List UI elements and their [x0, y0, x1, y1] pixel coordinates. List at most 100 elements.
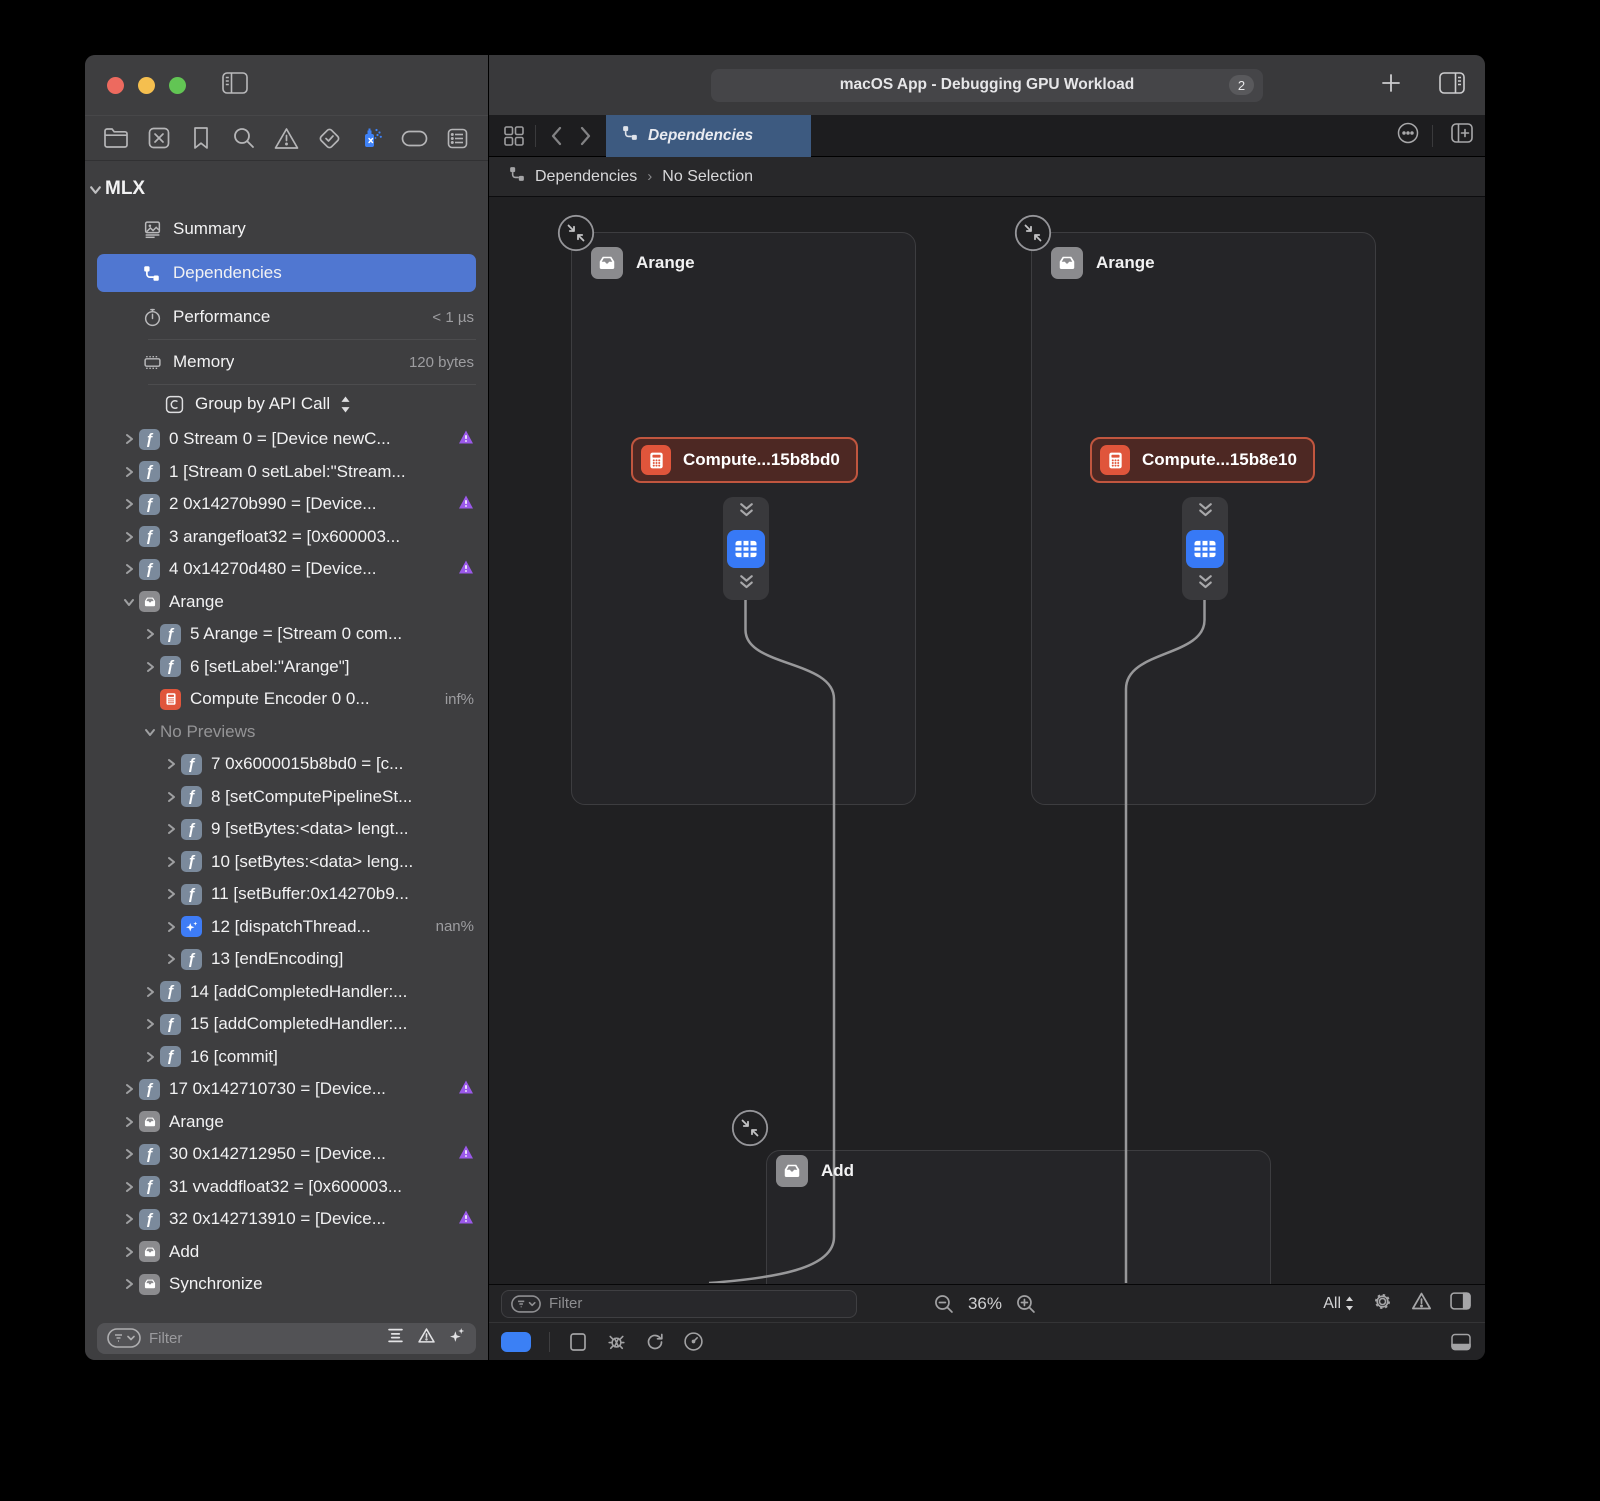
- add-tab-button[interactable]: [1381, 73, 1401, 98]
- tree-row[interactable]: ƒ2 0x14270b990 = [Device...: [85, 488, 488, 521]
- tree-row[interactable]: ƒ17 0x142710730 = [Device...: [85, 1073, 488, 1106]
- close-square-icon[interactable]: [144, 123, 174, 153]
- tag-icon[interactable]: [399, 123, 429, 153]
- tree-row[interactable]: ƒ6 [setLabel:"Arange"]: [85, 651, 488, 684]
- tree-row[interactable]: ƒ31 vvaddfloat32 = [0x600003...: [85, 1171, 488, 1204]
- chevron-right-icon[interactable]: [161, 823, 181, 835]
- chevron-right-icon[interactable]: [119, 563, 139, 575]
- chevron-right-icon[interactable]: [140, 1051, 160, 1063]
- scope-dropdown[interactable]: All: [1323, 1295, 1354, 1313]
- chevron-down-icon[interactable]: [85, 183, 105, 196]
- tree-row[interactable]: ƒ8 [setComputePipelineSt...: [85, 781, 488, 814]
- chevron-right-icon[interactable]: [161, 791, 181, 803]
- chevron-right-icon[interactable]: [161, 953, 181, 965]
- sidebar-toggle-icon[interactable]: [222, 72, 248, 99]
- zoom-window-button[interactable]: [169, 77, 186, 94]
- chevron-right-icon[interactable]: [161, 888, 181, 900]
- settings-gear-icon[interactable]: [1372, 1291, 1393, 1317]
- chevron-right-icon[interactable]: [119, 1246, 139, 1258]
- tree-row[interactable]: ƒ1 [Stream 0 setLabel:"Stream...: [85, 456, 488, 489]
- more-options-icon[interactable]: [1396, 121, 1420, 150]
- breadcrumb-item[interactable]: No Selection: [662, 168, 753, 186]
- tree-row[interactable]: ƒ3 arangefloat32 = [0x600003...: [85, 521, 488, 554]
- spray-icon[interactable]: [357, 123, 387, 153]
- tree-row[interactable]: ƒ7 0x6000015b8bd0 = [c...: [85, 748, 488, 781]
- sparkles-icon[interactable]: [449, 1327, 466, 1349]
- chevron-right-icon[interactable]: [119, 1083, 139, 1095]
- collapse-group-icon[interactable]: [731, 1109, 769, 1147]
- canvas-filter-input[interactable]: [549, 1295, 847, 1312]
- chevron-right-icon[interactable]: [119, 466, 139, 478]
- sidebar-item-summary[interactable]: Summary: [85, 207, 488, 251]
- tree-row[interactable]: Add: [85, 1236, 488, 1269]
- canvas-filter-field[interactable]: [501, 1290, 857, 1318]
- minimize-window-button[interactable]: [138, 77, 155, 94]
- chevron-right-icon[interactable]: [161, 856, 181, 868]
- diamond-check-icon[interactable]: [314, 123, 344, 153]
- debug-bug-icon[interactable]: [606, 1331, 627, 1352]
- resource-stack-left[interactable]: [723, 497, 769, 600]
- chevron-right-icon[interactable]: [119, 1213, 139, 1225]
- collapse-group-icon[interactable]: [1014, 214, 1052, 252]
- chevron-right-icon[interactable]: [119, 433, 139, 445]
- chevron-right-icon[interactable]: [140, 986, 160, 998]
- chevron-down-icon[interactable]: [140, 726, 160, 738]
- chevron-right-icon[interactable]: [119, 498, 139, 510]
- tree-row[interactable]: No Previews: [85, 716, 488, 749]
- tree-row[interactable]: ƒ30 0x142712950 = [Device...: [85, 1138, 488, 1171]
- chevron-right-icon[interactable]: [161, 921, 181, 933]
- dependency-graph-canvas[interactable]: Arange Arange Add Compute...15b8bd0 Comp…: [489, 197, 1485, 1284]
- add-editor-icon[interactable]: [1451, 123, 1473, 148]
- folder-icon[interactable]: [101, 123, 131, 153]
- forward-button[interactable]: [571, 126, 600, 146]
- tree-row[interactable]: ƒ0 Stream 0 = [Device newC...: [85, 423, 488, 456]
- frame-capture-icon[interactable]: [568, 1332, 588, 1352]
- search-icon[interactable]: [229, 123, 259, 153]
- stepper-icon[interactable]: [330, 396, 351, 413]
- tree-row[interactable]: ƒ10 [setBytes:<data> leng...: [85, 846, 488, 879]
- tree-row[interactable]: ƒ15 [addCompletedHandler:...: [85, 1008, 488, 1041]
- tree-row[interactable]: ƒ14 [addCompletedHandler:...: [85, 976, 488, 1009]
- collapse-group-icon[interactable]: [557, 214, 595, 252]
- reload-icon[interactable]: [645, 1332, 665, 1352]
- tab-dependencies[interactable]: Dependencies: [606, 115, 811, 157]
- sidebar-item-performance[interactable]: Performance< 1 µs: [85, 295, 488, 339]
- tree-row[interactable]: ƒ16 [commit]: [85, 1041, 488, 1074]
- chevron-right-icon[interactable]: [140, 1018, 160, 1030]
- compute-node-left[interactable]: Compute...15b8bd0: [631, 437, 858, 483]
- tree-row[interactable]: Arange: [85, 1106, 488, 1139]
- chevron-right-icon[interactable]: [119, 1116, 139, 1128]
- bookmark-icon[interactable]: [186, 123, 216, 153]
- zoom-in-button[interactable]: [1016, 1294, 1036, 1314]
- inspector-panel-icon[interactable]: [1450, 1292, 1471, 1315]
- tree-row[interactable]: ƒ4 0x14270d480 = [Device...: [85, 553, 488, 586]
- list-icon[interactable]: [442, 123, 472, 153]
- back-button[interactable]: [542, 126, 571, 146]
- sidebar-item-memory[interactable]: Memory120 bytes: [85, 340, 488, 384]
- chevron-down-icon[interactable]: [119, 596, 139, 608]
- breadcrumb-item[interactable]: Dependencies: [535, 168, 637, 186]
- chevron-right-icon[interactable]: [119, 1278, 139, 1290]
- tree-row[interactable]: Synchronize: [85, 1268, 488, 1301]
- performance-gauge-icon[interactable]: [683, 1331, 704, 1352]
- bottom-panel-icon[interactable]: [1451, 1333, 1471, 1351]
- compute-node-right[interactable]: Compute...15b8e10: [1090, 437, 1315, 483]
- chevron-right-icon[interactable]: [119, 1181, 139, 1193]
- chevron-right-icon[interactable]: [161, 758, 181, 770]
- warnings-icon[interactable]: [1411, 1291, 1432, 1317]
- chevron-right-icon[interactable]: [140, 628, 160, 640]
- tree-row[interactable]: Compute Encoder 0 0...inf%: [85, 683, 488, 716]
- tree-row[interactable]: ƒ13 [endEncoding]: [85, 943, 488, 976]
- right-panel-toggle-icon[interactable]: [1439, 72, 1465, 99]
- resource-stack-right[interactable]: [1182, 497, 1228, 600]
- chevron-right-icon[interactable]: [140, 661, 160, 673]
- sidebar-filter-input[interactable]: [149, 1330, 387, 1347]
- sidebar-filter-field[interactable]: [97, 1323, 476, 1354]
- buffer-resource-icon[interactable]: [1186, 530, 1224, 568]
- flatten-icon[interactable]: [387, 1327, 404, 1349]
- tree-row[interactable]: ƒ32 0x142713910 = [Device...: [85, 1203, 488, 1236]
- sidebar-item-dependencies[interactable]: Dependencies: [85, 251, 488, 295]
- window-title-tab[interactable]: macOS App - Debugging GPU Workload 2: [711, 69, 1263, 102]
- zoom-level[interactable]: 36%: [968, 1294, 1002, 1314]
- chevron-right-icon[interactable]: [119, 1148, 139, 1160]
